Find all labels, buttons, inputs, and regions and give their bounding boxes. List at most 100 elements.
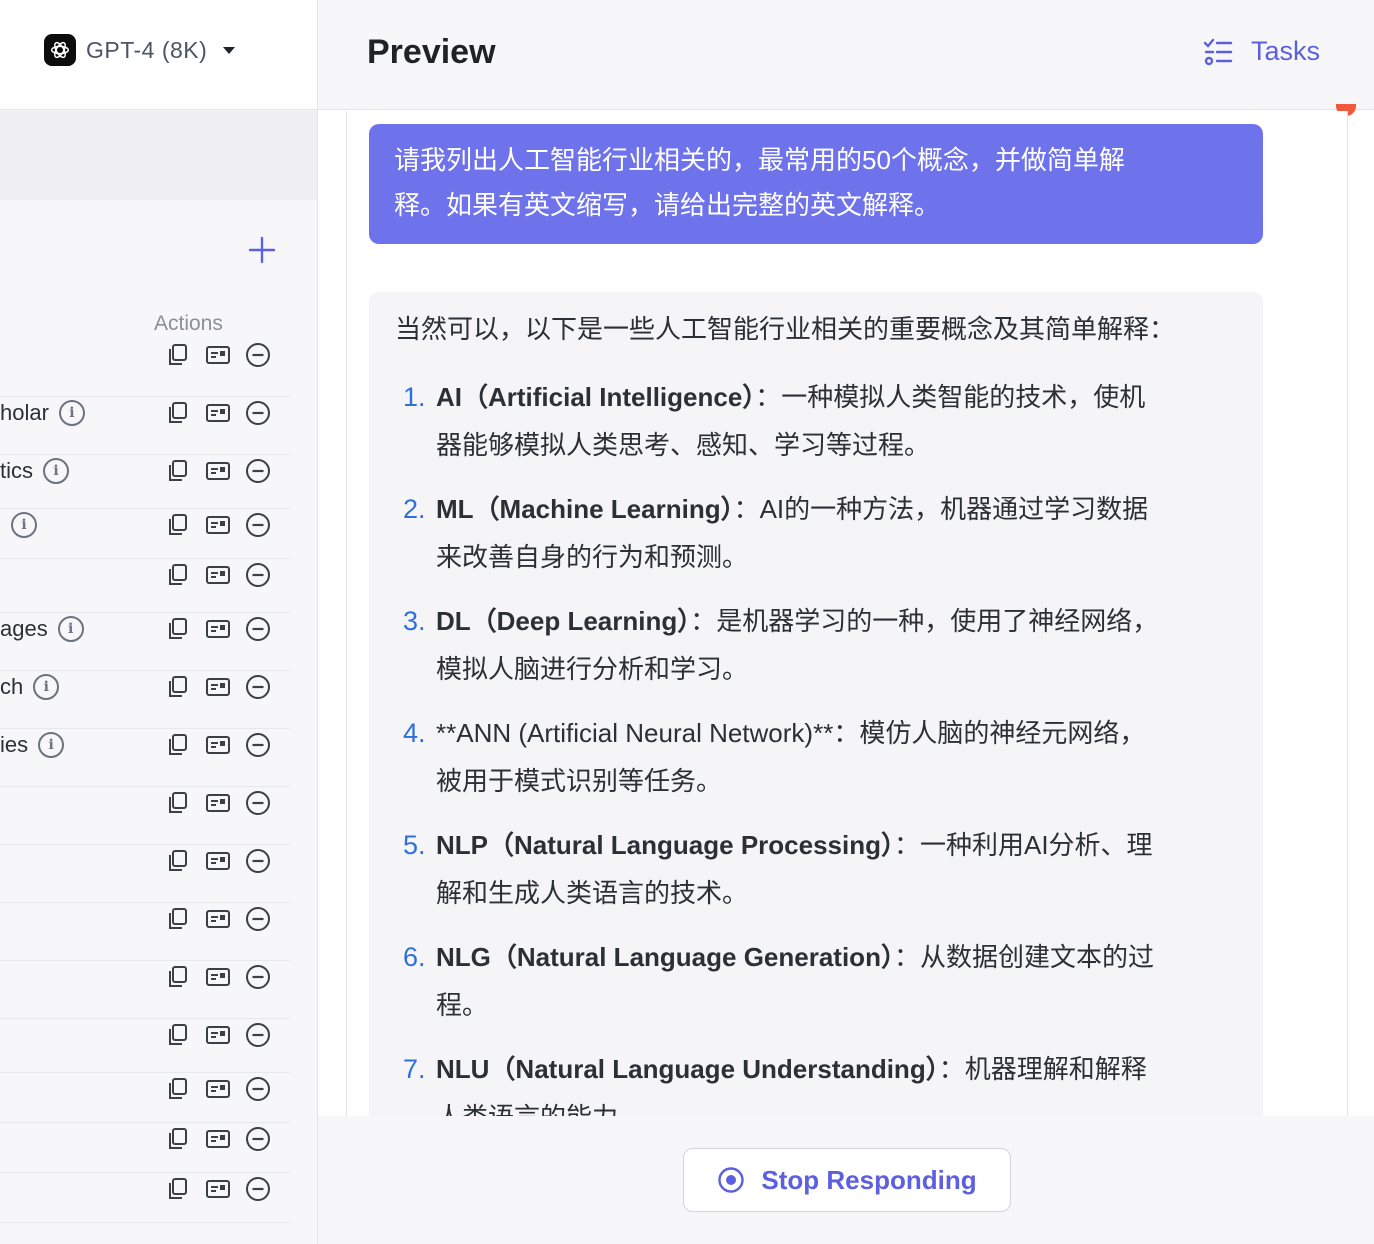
remove-icon[interactable] — [245, 1176, 271, 1202]
row-actions — [165, 342, 271, 368]
card-icon[interactable] — [205, 1022, 231, 1048]
openai-logo-icon — [44, 34, 76, 66]
plugin-row — [0, 1019, 290, 1073]
info-icon[interactable]: i — [38, 732, 65, 758]
info-icon[interactable]: i — [33, 674, 60, 700]
copy-icon[interactable] — [165, 1126, 191, 1152]
card-icon[interactable] — [205, 400, 231, 426]
plugin-row — [0, 1173, 290, 1223]
concept-term: AI（Artificial Intelligence） — [436, 382, 756, 412]
card-icon[interactable] — [205, 562, 231, 588]
concept-body: **ANN (Artificial Neural Network)**：模仿人脑… — [436, 709, 1237, 805]
remove-icon[interactable] — [245, 512, 271, 538]
concept-item: 4. **ANN (Artificial Neural Network)**：模仿… — [395, 709, 1237, 805]
concept-description: 模拟人脑进行分析和学习。 — [436, 654, 749, 684]
copy-icon[interactable] — [165, 616, 191, 642]
plugin-row — [0, 1073, 290, 1123]
plugin-name: ch — [0, 674, 24, 699]
info-icon[interactable]: i — [58, 400, 85, 426]
concept-body: DL（Deep Learning）：是机器学习的一种，使用了神经网络， 模拟人脑进… — [436, 597, 1237, 693]
remove-icon[interactable] — [245, 790, 271, 816]
concept-description: 来改善自身的行为和预测。 — [436, 542, 749, 572]
remove-icon[interactable] — [245, 458, 271, 484]
plugin-row: tics i — [0, 455, 290, 509]
copy-icon[interactable] — [165, 512, 191, 538]
card-icon[interactable] — [205, 1176, 231, 1202]
concept-description: 被用于模式识别等任务。 — [436, 766, 723, 796]
copy-icon[interactable] — [165, 1176, 191, 1202]
card-icon[interactable] — [205, 616, 231, 642]
copy-icon[interactable] — [165, 1076, 191, 1102]
card-icon[interactable] — [205, 1126, 231, 1152]
remove-icon[interactable] — [245, 400, 271, 426]
chevron-down-icon — [223, 46, 236, 54]
card-icon[interactable] — [205, 848, 231, 874]
concept-description: **ANN (Artificial Neural Network)**：模仿人脑… — [436, 718, 1146, 748]
card-icon[interactable] — [205, 458, 231, 484]
concept-term: NLP（Natural Language Processing） — [436, 830, 894, 860]
plugin-row-label: ages i — [0, 616, 84, 642]
remove-icon[interactable] — [245, 964, 271, 990]
copy-icon[interactable] — [165, 674, 191, 700]
left-panel-band — [0, 111, 317, 200]
stop-icon — [718, 1167, 745, 1193]
row-actions — [165, 848, 271, 874]
copy-icon[interactable] — [165, 400, 191, 426]
tasks-button[interactable]: Tasks — [1203, 36, 1320, 67]
card-icon[interactable] — [205, 342, 231, 368]
plugin-row: ch i — [0, 671, 290, 729]
remove-icon[interactable] — [245, 674, 271, 700]
plugin-row — [0, 1123, 290, 1173]
concept-body: NLP（Natural Language Processing）：一种利用AI分… — [436, 821, 1237, 917]
plugin-row: holar i — [0, 397, 290, 455]
copy-icon[interactable] — [165, 1022, 191, 1048]
plugin-name: tics — [0, 458, 33, 483]
remove-icon[interactable] — [245, 732, 271, 758]
row-actions — [165, 1022, 271, 1048]
plugin-name: ies — [0, 732, 29, 757]
copy-icon[interactable] — [165, 342, 191, 368]
stop-responding-button[interactable]: Stop Responding — [683, 1148, 1011, 1212]
model-select[interactable]: GPT-4 (8K) — [44, 34, 236, 66]
copy-icon[interactable] — [165, 964, 191, 990]
remove-icon[interactable] — [245, 342, 271, 368]
tasks-label: Tasks — [1250, 36, 1320, 66]
remove-icon[interactable] — [245, 1076, 271, 1102]
plugin-row: ages i — [0, 613, 290, 671]
remove-icon[interactable] — [245, 1126, 271, 1152]
plugin-row — [0, 559, 290, 613]
card-icon[interactable] — [205, 790, 231, 816]
info-icon[interactable]: i — [57, 616, 84, 642]
row-actions — [165, 732, 271, 758]
card-icon[interactable] — [205, 906, 231, 932]
copy-icon[interactable] — [165, 848, 191, 874]
remove-icon[interactable] — [245, 906, 271, 932]
info-icon[interactable]: i — [43, 458, 69, 484]
user-message-line: 请我列出人工智能行业相关的，最常用的50个概念，并做简单解 — [394, 145, 1125, 175]
copy-icon[interactable] — [165, 790, 191, 816]
copy-icon[interactable] — [165, 732, 191, 758]
row-actions — [165, 616, 271, 642]
plugin-row-label: i — [11, 512, 37, 538]
remove-icon[interactable] — [245, 562, 271, 588]
concept-number: 2. — [403, 494, 426, 524]
copy-icon[interactable] — [165, 458, 191, 484]
card-icon[interactable] — [205, 512, 231, 538]
remove-icon[interactable] — [245, 848, 271, 874]
card-icon[interactable] — [205, 674, 231, 700]
concept-description: ：是机器学习的一种，使用了神经网络， — [690, 606, 1159, 636]
concept-number: 1. — [403, 382, 426, 412]
plugin-row — [0, 845, 290, 903]
card-icon[interactable] — [205, 964, 231, 990]
info-icon[interactable]: i — [11, 512, 37, 538]
copy-icon[interactable] — [165, 562, 191, 588]
card-icon[interactable] — [205, 732, 231, 758]
concept-item: 7. NLU（Natural Language Understanding）：机器… — [395, 1045, 1237, 1116]
plus-icon[interactable] — [246, 234, 278, 266]
remove-icon[interactable] — [245, 616, 271, 642]
card-icon[interactable] — [205, 1076, 231, 1102]
copy-icon[interactable] — [165, 906, 191, 932]
remove-icon[interactable] — [245, 1022, 271, 1048]
concept-line: ML（Machine Learning）：AI的一种方法，机器通过学习数据 — [436, 485, 1237, 533]
user-message-line: 释。如果有英文缩写，请给出完整的英文解释。 — [394, 190, 941, 220]
